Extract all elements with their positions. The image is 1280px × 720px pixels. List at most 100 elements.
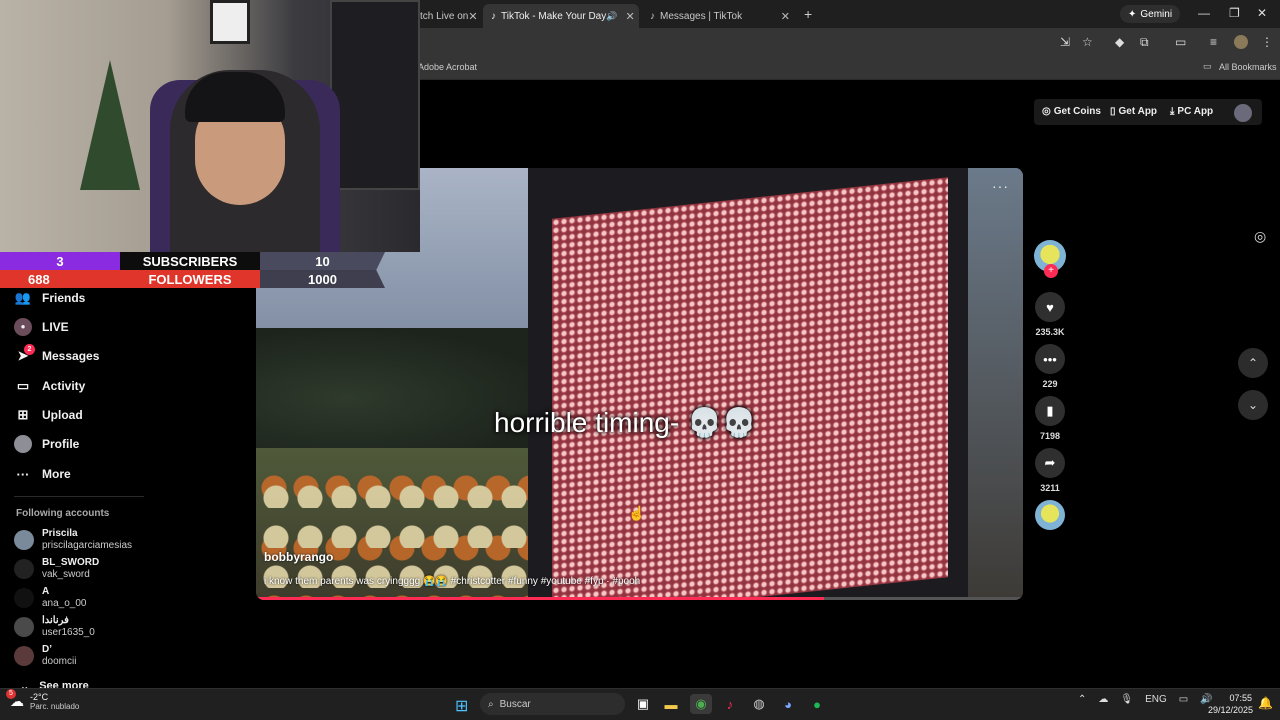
notification-icon[interactable]: 🔔 [1258, 696, 1273, 710]
chevron-up-icon[interactable]: ⌃ [1078, 694, 1086, 705]
media-icon[interactable]: ≡ [1210, 35, 1217, 49]
sidebar-item-live[interactable]: ● LIVE [14, 315, 69, 339]
save-button[interactable]: ▮ 7198 [1034, 396, 1066, 441]
cloud-icon: ☁ 5 [6, 689, 24, 710]
more-options-icon[interactable]: ··· [992, 178, 1009, 194]
discord-icon[interactable]: ◕ [777, 694, 799, 714]
sidebar-item-more[interactable]: ··· More [14, 462, 71, 486]
windows-start-icon[interactable]: ⊞ [455, 696, 468, 716]
file-explorer-icon[interactable]: ▬ [660, 694, 682, 714]
search-placeholder: Buscar [499, 698, 531, 710]
puzzle-icon[interactable]: ⧉ [1140, 35, 1149, 50]
video-progress-bar[interactable] [256, 597, 1023, 600]
messages-badge: 2 [24, 344, 35, 355]
obs-icon[interactable]: ◍ [748, 694, 770, 714]
account-item[interactable]: D’ doomcii [14, 642, 76, 670]
tab-messages[interactable]: ♪ Messages | TikTok ✕ [642, 4, 798, 28]
video-description: i know them parents was cryingggg 😭😭 #ch… [264, 576, 641, 587]
music-disc-icon [1035, 500, 1065, 530]
share-button[interactable]: ➦ 3211 [1034, 448, 1066, 493]
sidebar-item-activity[interactable]: ▭ Activity [14, 374, 86, 398]
comment-button[interactable]: ••• 229 [1034, 344, 1066, 389]
display-shelf [330, 0, 420, 190]
christmas-tree [80, 60, 140, 190]
account-username: user1635_0 [42, 627, 95, 638]
onedrive-icon[interactable]: ☁ [1098, 694, 1108, 705]
avatar [14, 559, 34, 579]
account-item[interactable]: Aana_o_00 [14, 584, 87, 612]
video-background-right [968, 168, 1023, 600]
close-tab-icon[interactable]: ✕ [468, 10, 477, 23]
get-coins-button[interactable]: ◎ Get Coins [1042, 106, 1101, 117]
pc-app-label: PC App [1177, 106, 1214, 117]
creator-avatar-button[interactable]: + [1034, 240, 1066, 278]
gemini-label: Gemini [1140, 8, 1173, 20]
video-trees [256, 328, 556, 468]
share-count: 3211 [1040, 483, 1060, 493]
install-app-icon[interactable]: ⇲ [1060, 35, 1070, 49]
tiktok-app-icon[interactable]: ♪ [719, 694, 741, 714]
cast-icon[interactable]: ▭ [1175, 35, 1186, 49]
bookmark-item[interactable]: Adobe Acrobat [418, 62, 477, 72]
taskbar-search[interactable]: ⌕ Buscar [480, 693, 625, 715]
floating-settings-icon[interactable]: ◎ [1254, 228, 1266, 245]
tab-label: Messages | TikTok [660, 10, 743, 22]
menu-icon[interactable]: ⋮ [1261, 35, 1273, 49]
tab-twitch[interactable]: tch Live on ✕ [412, 4, 480, 28]
close-tab-icon[interactable]: ✕ [625, 10, 634, 23]
all-bookmarks[interactable]: All Bookmarks [1219, 62, 1277, 72]
live-icon: ● [14, 318, 32, 336]
profile-avatar[interactable] [1234, 35, 1248, 49]
next-video-button[interactable]: ⌄ [1238, 390, 1268, 420]
get-app-button[interactable]: ▯ Get App [1110, 106, 1157, 117]
spotify-icon[interactable]: ● [806, 694, 828, 714]
sidebar-item-profile[interactable]: Profile [14, 432, 79, 456]
speaker-icon[interactable]: 🔊 [606, 11, 617, 22]
task-view-icon[interactable]: ▣ [632, 694, 654, 714]
account-username: vak_sword [42, 569, 90, 580]
sidebar-item-label: Friends [42, 291, 86, 305]
weather-widget[interactable]: ☁ 5 -2°C Parc. nublado [6, 689, 79, 711]
microphone-icon[interactable]: 🎙 [1120, 694, 1133, 705]
comment-count: 229 [1042, 379, 1058, 389]
language-indicator[interactable]: ENG [1145, 694, 1167, 705]
follow-plus-icon[interactable]: + [1044, 264, 1058, 278]
tab-tiktok[interactable]: ♪ TikTok - Make Your Day 🔊 ✕ [483, 4, 639, 28]
pc-app-button[interactable]: ⤓ PC App [1170, 106, 1213, 117]
account-item[interactable]: BL_SWORD vak_sword [14, 555, 99, 583]
save-count: 7198 [1039, 431, 1061, 441]
wall-frame [210, 0, 250, 44]
chevron-up-icon: ⌃ [1247, 356, 1259, 370]
user-avatar[interactable] [1234, 104, 1252, 122]
sidebar-item-upload[interactable]: ⊞ Upload [14, 403, 83, 427]
extension-icon[interactable]: ◆ [1115, 35, 1124, 49]
sparkle-icon: ✦ [1128, 8, 1137, 20]
maximize-icon[interactable]: ❐ [1229, 6, 1240, 20]
followers-goal: 1000 [260, 270, 385, 288]
taskbar-clock[interactable]: 07:55 29/12/2025 [1208, 692, 1253, 716]
video-author[interactable]: bobbyrango [264, 550, 333, 564]
sidebar-item-label: More [42, 467, 71, 481]
new-tab-icon[interactable]: + [804, 6, 812, 22]
sidebar-item-label: Activity [42, 379, 86, 393]
chrome-icon[interactable]: ◉ [690, 694, 712, 714]
close-window-icon[interactable]: ✕ [1257, 6, 1267, 20]
like-button[interactable]: ♥ 235.3K [1034, 292, 1066, 337]
account-item[interactable]: Priscila priscilagarciamesias [14, 526, 132, 554]
tab-label: tch Live on [420, 10, 469, 22]
account-item[interactable]: فرناندا user1635_0 [14, 613, 95, 641]
pin-art-board [552, 177, 948, 600]
gemini-button[interactable]: ✦ Gemini [1120, 5, 1181, 23]
video-overlay-text: horrible timing- 💀💀 [494, 407, 757, 438]
previous-video-button[interactable]: ⌃ [1238, 348, 1268, 378]
sidebar-item-messages[interactable]: ➤ 2 Messages [14, 344, 99, 368]
weather-badge: 5 [6, 689, 16, 699]
close-tab-icon[interactable]: ✕ [781, 10, 790, 23]
star-icon[interactable]: ☆ [1082, 35, 1093, 49]
upload-icon: ⊞ [17, 407, 29, 422]
music-disc-button[interactable] [1034, 500, 1066, 530]
minimize-icon[interactable]: — [1198, 6, 1210, 20]
heart-icon: ♥ [1035, 292, 1065, 322]
network-icon[interactable]: ▭ [1179, 694, 1188, 705]
sidebar-item-friends[interactable]: 👥 Friends [14, 286, 85, 310]
